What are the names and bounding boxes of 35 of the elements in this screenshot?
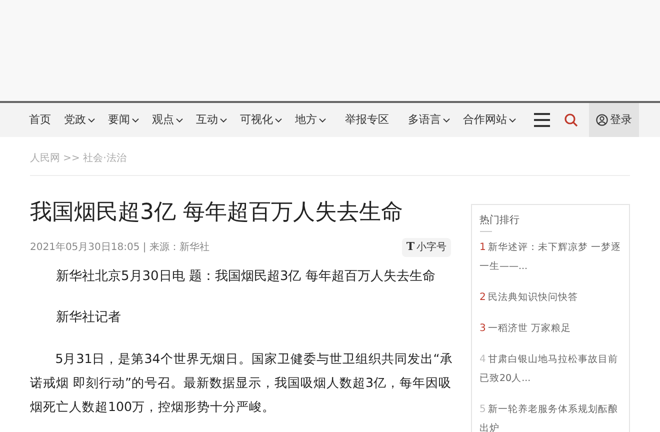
nav-link[interactable]: 首页 xyxy=(29,112,51,128)
caret-icon xyxy=(509,118,516,122)
sidebar-title: 热门排行 xyxy=(480,214,520,228)
caret-icon xyxy=(443,118,450,122)
article-paragraph: 新华社记者 xyxy=(55,308,122,326)
ranking-item[interactable]: 3 一稻济世 万家粮足 xyxy=(480,319,621,338)
nav-link[interactable]: 观点 xyxy=(152,112,183,128)
article-paragraph: 5月31日，是第34个世界无烟日。国家卫健委与世卫组织共同发出“承诺戒烟 即刻行动”的号召。最新数据显示，我国吸烟人数超3亿，每年因吸烟死亡人数超100万，控烟形势十分严峻。 xyxy=(30,350,454,416)
caret-icon xyxy=(220,118,227,122)
nav-link[interactable]: 要闻 xyxy=(108,112,139,128)
nav-link[interactable]: 举报专区 xyxy=(345,112,389,128)
login-button[interactable]: 登录 xyxy=(589,103,639,137)
caret-icon xyxy=(319,118,326,122)
caret-icon xyxy=(176,118,183,122)
nav-link[interactable]: 互动 xyxy=(196,112,227,128)
article-paragraph: 新华社北京5月30日电 题：我国烟民超3亿 每年超百万人失去生命 xyxy=(55,268,436,286)
menu-icon[interactable] xyxy=(534,113,550,127)
caret-icon xyxy=(275,118,282,122)
caret-icon xyxy=(132,118,139,122)
breadcrumb: 人民网 >> 社会·法治 xyxy=(30,152,128,166)
nav-link[interactable]: 党政 xyxy=(64,112,95,128)
font-size-button[interactable]: T 小字号 xyxy=(402,238,450,256)
ranking-item[interactable]: 5 新一轮养老服务体系规划酝酿出炉 xyxy=(480,400,621,432)
caret-icon xyxy=(88,118,95,122)
nav-link[interactable]: 合作网站 xyxy=(463,112,516,128)
ranking-item[interactable]: 1 新华述评：未下辉凉梦 一梦逐一生——... xyxy=(480,238,621,276)
ranking-item[interactable]: 2 民法典知识快问快答 xyxy=(480,288,621,307)
user-icon xyxy=(596,114,608,126)
nav-link[interactable]: 多语言 xyxy=(408,112,450,128)
article-title: 我国烟民超3亿 每年超百万人失去生命 xyxy=(30,199,404,227)
nav-link[interactable]: 地方 xyxy=(295,112,326,128)
article-meta: 2021年05月30日18:05 | 来源：新华社 xyxy=(30,240,210,255)
ranking-item[interactable]: 4 甘肃白银山地马拉松事故目前已致20人... xyxy=(480,350,621,388)
search-icon[interactable] xyxy=(564,113,578,127)
nav-link[interactable]: 可视化 xyxy=(240,112,282,128)
